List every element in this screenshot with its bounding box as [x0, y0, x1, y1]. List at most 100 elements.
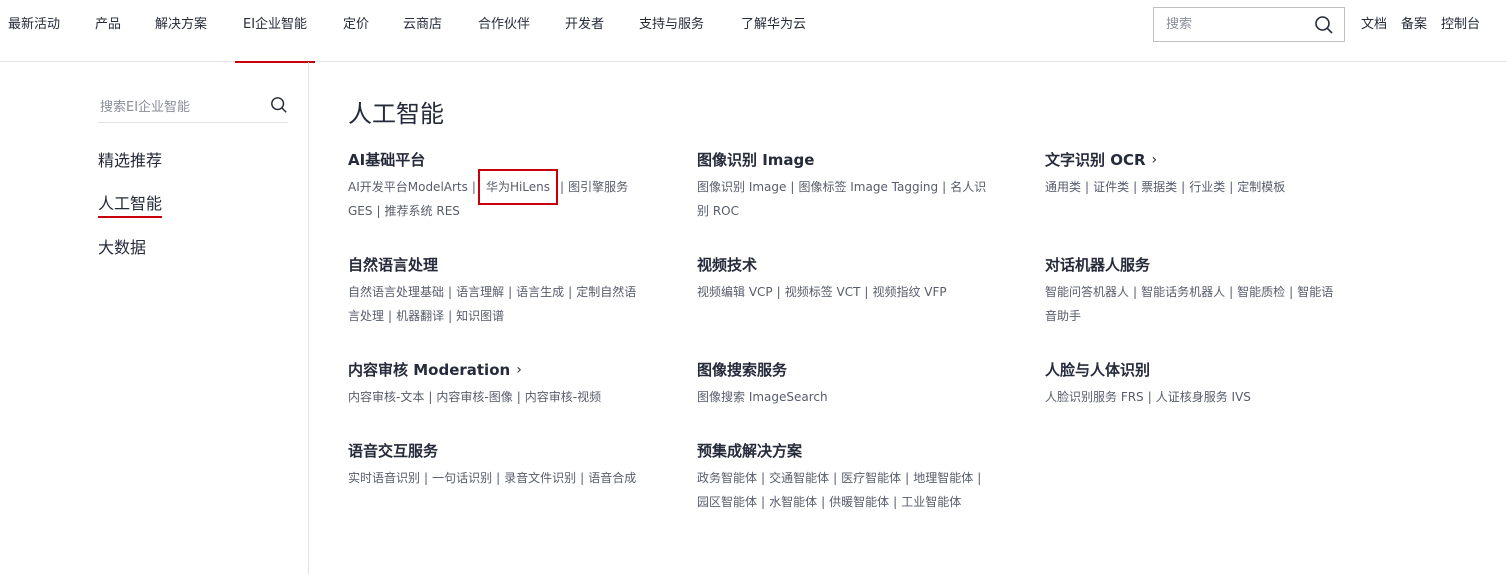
category-title-label: AI基础平台 — [348, 151, 426, 169]
product-link[interactable]: 医疗智能体 — [841, 471, 901, 485]
product-link[interactable]: 图像标签 Image Tagging — [798, 180, 938, 194]
category-title[interactable]: 图像搜索服务 — [697, 358, 993, 382]
nav-item-9[interactable]: 了解华为云 — [733, 0, 814, 62]
product-link[interactable]: 行业类 — [1189, 180, 1225, 194]
sidebar-item-0[interactable]: 精选推荐 — [98, 147, 162, 171]
category-2: 文字识别 OCR › 通用类 | 证件类 | 票据类 | 行业类 | 定制模板 — [1045, 148, 1341, 199]
category-8: 人脸与人体识别 人脸识别服务 FRS | 人证核身服务 IVS — [1045, 358, 1341, 409]
category-title[interactable]: 自然语言处理 — [348, 253, 648, 277]
search-icon[interactable] — [1314, 15, 1334, 35]
nav-item-6[interactable]: 合作伙伴 — [470, 0, 538, 62]
product-link[interactable]: 视频编辑 VCP — [697, 285, 773, 299]
nav-item-2[interactable]: 解决方案 — [147, 0, 215, 62]
product-link[interactable]: 内容审核-文本 — [348, 390, 424, 404]
product-link[interactable]: 地理智能体 — [913, 471, 973, 485]
nav-item-8[interactable]: 支持与服务 — [631, 0, 712, 62]
link-separator: | — [1133, 180, 1138, 194]
nav-item-7[interactable]: 开发者 — [557, 0, 612, 62]
product-link[interactable]: 智能质检 — [1237, 285, 1285, 299]
category-links: 人脸识别服务 FRS | 人证核身服务 IVS — [1045, 385, 1341, 409]
nav-item-0[interactable]: 最新活动 — [0, 0, 68, 62]
product-link[interactable]: 视频标签 VCT — [785, 285, 861, 299]
nav-item-4[interactable]: 定价 — [335, 0, 377, 62]
product-link[interactable]: 内容审核-图像 — [436, 390, 512, 404]
product-link[interactable]: 自然语言处理基础 — [348, 285, 444, 299]
product-link[interactable]: AI开发平台ModelArts — [348, 180, 468, 194]
category-0: AI基础平台 AI开发平台ModelArts | 华为HiLens | 图引擎服务 GES… — [348, 148, 648, 223]
nav-item-5[interactable]: 云商店 — [395, 0, 450, 62]
sidebar-item-2[interactable]: 大数据 — [98, 234, 146, 258]
link-separator: | — [424, 471, 429, 485]
product-link[interactable]: 定制模板 — [1237, 180, 1285, 194]
category-title[interactable]: 预集成解决方案 — [697, 439, 993, 463]
product-link[interactable]: 推荐系统 RES — [385, 204, 460, 218]
product-link[interactable]: 语音合成 — [588, 471, 636, 485]
product-link[interactable]: 水智能体 — [769, 495, 817, 509]
product-link[interactable]: 图像识别 Image — [697, 180, 786, 194]
link-separator: | — [977, 471, 982, 485]
product-link[interactable]: 票据类 — [1141, 180, 1177, 194]
category-title-label: 自然语言处理 — [348, 256, 439, 274]
utility-link-0[interactable]: 文档 — [1361, 0, 1387, 50]
link-separator: | — [388, 309, 393, 323]
product-link[interactable]: 录音文件识别 — [504, 471, 576, 485]
search-icon[interactable] — [270, 96, 288, 114]
product-link[interactable]: 图像搜索 ImageSearch — [697, 390, 828, 404]
page-title: 人工智能 — [348, 100, 444, 128]
product-link[interactable]: 人证核身服务 IVS — [1156, 390, 1251, 404]
category-title[interactable]: 图像识别 Image — [697, 148, 993, 172]
product-link[interactable]: 语言理解 — [456, 285, 504, 299]
utility-link-2[interactable]: 控制台 — [1441, 0, 1480, 50]
chevron-right-icon: › — [1151, 152, 1158, 168]
top-nav: 最新活动产品解决方案 EI企业智能定价云商店合作伙伴开发者支持与服务了解华为云 文… — [0, 0, 1507, 63]
link-separator: | — [496, 471, 501, 485]
product-link[interactable]: 人脸识别服务 FRS — [1045, 390, 1144, 404]
product-link[interactable]: 语言生成 — [516, 285, 564, 299]
category-title[interactable]: 视频技术 — [697, 253, 993, 277]
link-separator: | — [1133, 285, 1138, 299]
link-separator: | — [942, 180, 947, 194]
product-link[interactable]: 知识图谱 — [456, 309, 504, 323]
category-9: 语音交互服务 实时语音识别 | 一句话识别 | 录音文件识别 | 语音合成 — [348, 439, 648, 490]
category-title[interactable]: 人脸与人体识别 — [1045, 358, 1341, 382]
product-link[interactable]: 供暖智能体 — [829, 495, 889, 509]
utility-link-1[interactable]: 备案 — [1401, 0, 1427, 50]
category-6: 内容审核 Moderation › 内容审核-文本 | 内容审核-图像 | 内容审核-视频 — [348, 358, 648, 409]
product-link[interactable]: 工业智能体 — [901, 495, 961, 509]
highlighted-product-link[interactable]: 华为HiLens — [477, 169, 559, 205]
category-title[interactable]: 内容审核 Moderation › — [348, 358, 648, 382]
category-title[interactable]: 文字识别 OCR › — [1045, 148, 1341, 172]
category-4: 视频技术 视频编辑 VCP | 视频标签 VCT | 视频指纹 VFP — [697, 253, 993, 304]
product-link[interactable]: 园区智能体 — [697, 495, 757, 509]
nav-item-1[interactable]: 产品 — [87, 0, 129, 62]
top-search-input[interactable] — [1154, 8, 1328, 41]
category-title-label: 文字识别 OCR — [1045, 151, 1146, 169]
product-link[interactable]: 视频指纹 VFP — [872, 285, 946, 299]
category-links: AI开发平台ModelArts | 华为HiLens | 图引擎服务 GES | 推荐系统 … — [348, 169, 648, 223]
product-link[interactable]: 智能话务机器人 — [1141, 285, 1225, 299]
product-link[interactable]: 机器翻译 — [396, 309, 444, 323]
category-title[interactable]: 语音交互服务 — [348, 439, 648, 463]
product-link[interactable]: 智能问答机器人 — [1045, 285, 1129, 299]
category-title-label: 内容审核 Moderation — [348, 361, 511, 379]
link-separator: | — [580, 471, 585, 485]
category-5: 对话机器人服务 智能问答机器人 | 智能话务机器人 | 智能质检 | 智能语音助手 — [1045, 253, 1341, 328]
link-separator: | — [776, 285, 781, 299]
sidebar-search-input[interactable] — [98, 96, 262, 118]
product-link[interactable]: 交通智能体 — [769, 471, 829, 485]
product-link[interactable]: 内容审核-视频 — [525, 390, 601, 404]
link-separator: | — [448, 285, 453, 299]
nav-item-3[interactable]: EI企业智能 — [235, 0, 316, 63]
category-title[interactable]: AI基础平台 — [348, 148, 648, 172]
category-links: 自然语言处理基础 | 语言理解 | 语言生成 | 定制自然语言处理 | 机器翻译 | 知识图谱 — [348, 280, 648, 328]
product-link[interactable]: 一句话识别 — [432, 471, 492, 485]
product-link[interactable]: 通用类 — [1045, 180, 1081, 194]
product-link[interactable]: 政务智能体 — [697, 471, 757, 485]
link-separator: | — [864, 285, 869, 299]
link-separator: | — [1085, 180, 1090, 194]
link-separator: | — [761, 471, 766, 485]
product-link[interactable]: 实时语音识别 — [348, 471, 420, 485]
product-link[interactable]: 证件类 — [1093, 180, 1129, 194]
category-title[interactable]: 对话机器人服务 — [1045, 253, 1341, 277]
sidebar-item-1[interactable]: 人工智能 — [98, 190, 163, 218]
